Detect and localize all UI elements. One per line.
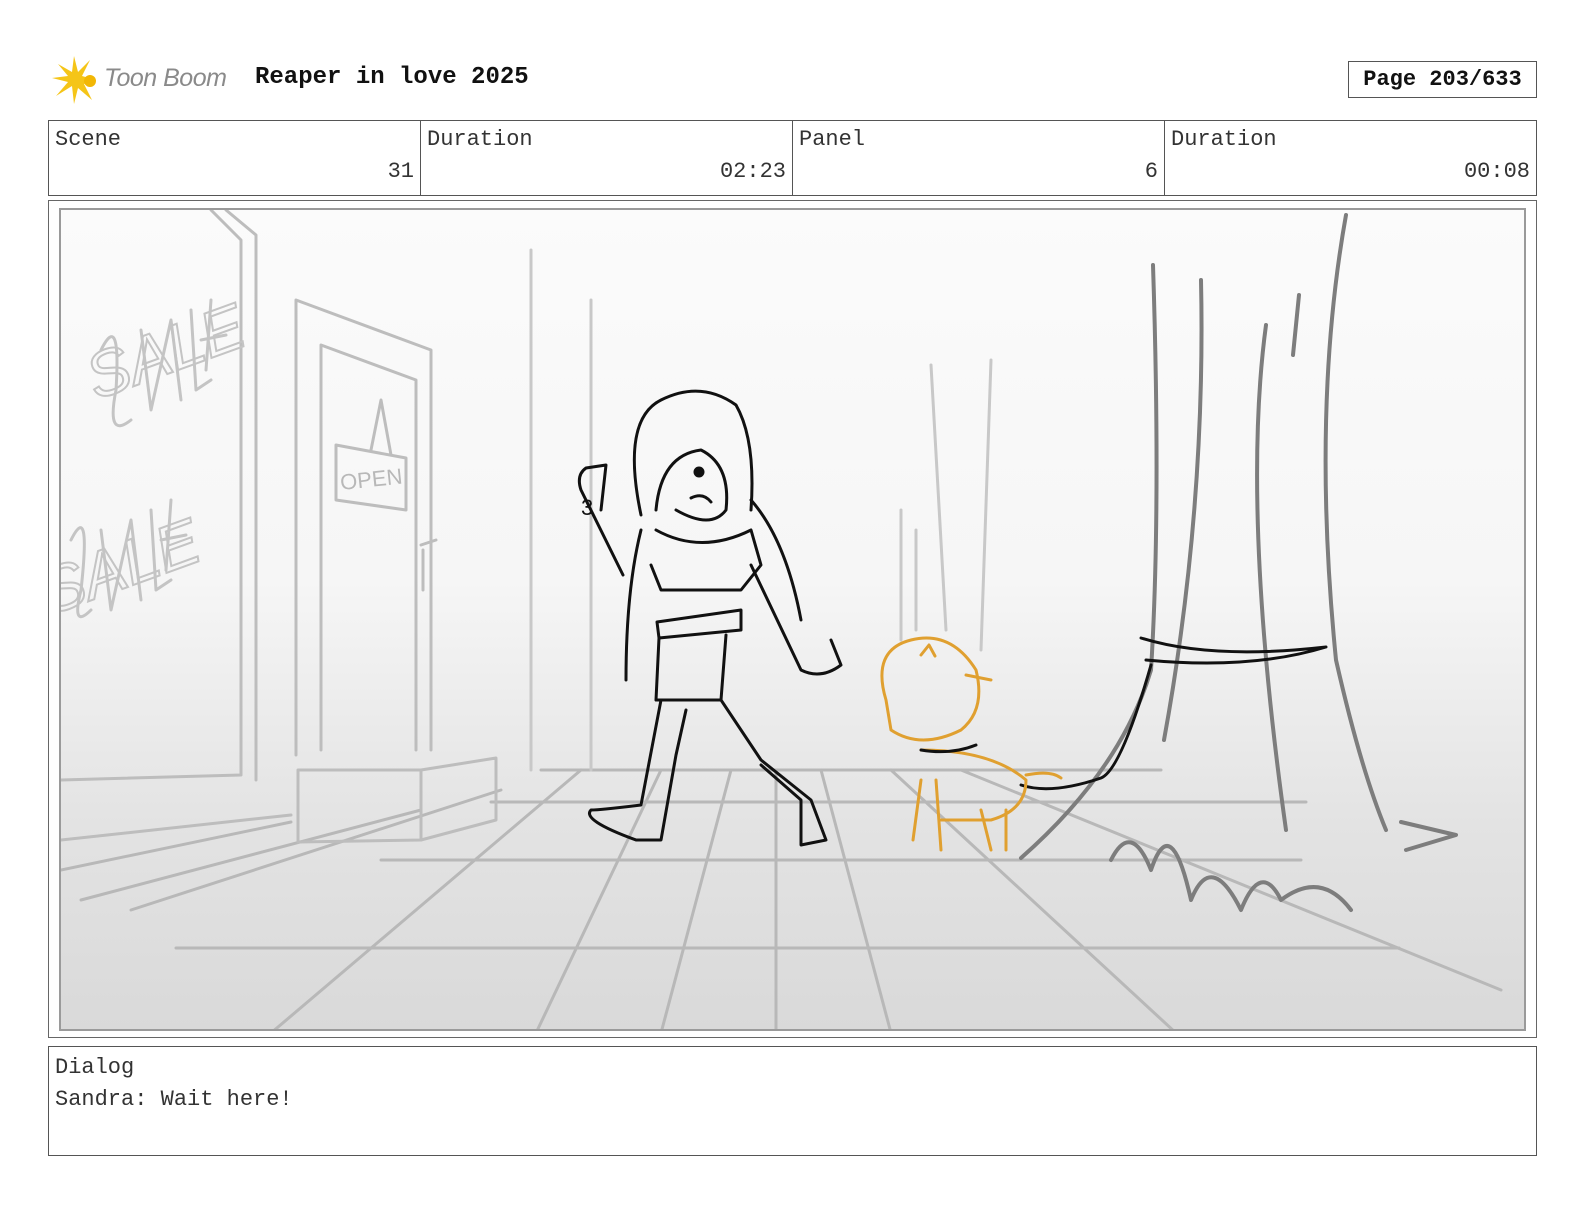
storyboard-frame: OPEN 3 SALE SALE bbox=[48, 200, 1537, 1038]
girl-hand-number: 3 bbox=[581, 495, 593, 520]
girl-character bbox=[577, 389, 843, 847]
scene-cell: Scene 31 bbox=[49, 121, 421, 195]
scene-duration-cell: Duration 02:23 bbox=[421, 121, 793, 195]
dialog-label: Dialog bbox=[55, 1055, 135, 1080]
sale-text-lower: SALE bbox=[61, 504, 211, 628]
storyboard-sketch: OPEN 3 SALE SALE bbox=[61, 210, 1503, 1029]
panel-info-row: Scene 31 Duration 02:23 Panel 6 Duration… bbox=[48, 120, 1537, 196]
leash-rope bbox=[1019, 636, 1328, 791]
panel-duration-cell: Duration 00:08 bbox=[1165, 121, 1536, 195]
sale-text-upper: SALE bbox=[76, 289, 256, 413]
tree-trunk bbox=[1019, 213, 1458, 912]
panel-label: Panel bbox=[799, 127, 866, 152]
panel-cell: Panel 6 bbox=[793, 121, 1165, 195]
panel-value: 6 bbox=[1144, 159, 1158, 184]
scene-value: 31 bbox=[387, 159, 414, 184]
dialog-box: Dialog Sandra: Wait here! bbox=[48, 1046, 1537, 1156]
panel-duration-value: 00:08 bbox=[1463, 159, 1530, 184]
panel-duration-label: Duration bbox=[1171, 127, 1277, 152]
toon-boom-logo: Toon Boom bbox=[52, 56, 242, 106]
storyboard-panel-image: OPEN 3 SALE SALE bbox=[59, 208, 1526, 1031]
project-title: Reaper in love 2025 bbox=[255, 64, 529, 91]
scene-duration-label: Duration bbox=[427, 127, 533, 152]
shop-door bbox=[294, 298, 438, 757]
dog-collar bbox=[919, 743, 978, 754]
door-open-sign: OPEN bbox=[339, 464, 404, 495]
logo-wordmark: Toon Boom bbox=[104, 64, 227, 92]
page-indicator: Page 203/633 bbox=[1348, 61, 1537, 98]
scene-duration-value: 02:23 bbox=[719, 159, 786, 184]
starburst-icon bbox=[52, 56, 96, 104]
dog-character bbox=[880, 636, 1063, 852]
dialog-line: Sandra: Wait here! bbox=[55, 1087, 293, 1112]
scene-label: Scene bbox=[55, 127, 122, 152]
